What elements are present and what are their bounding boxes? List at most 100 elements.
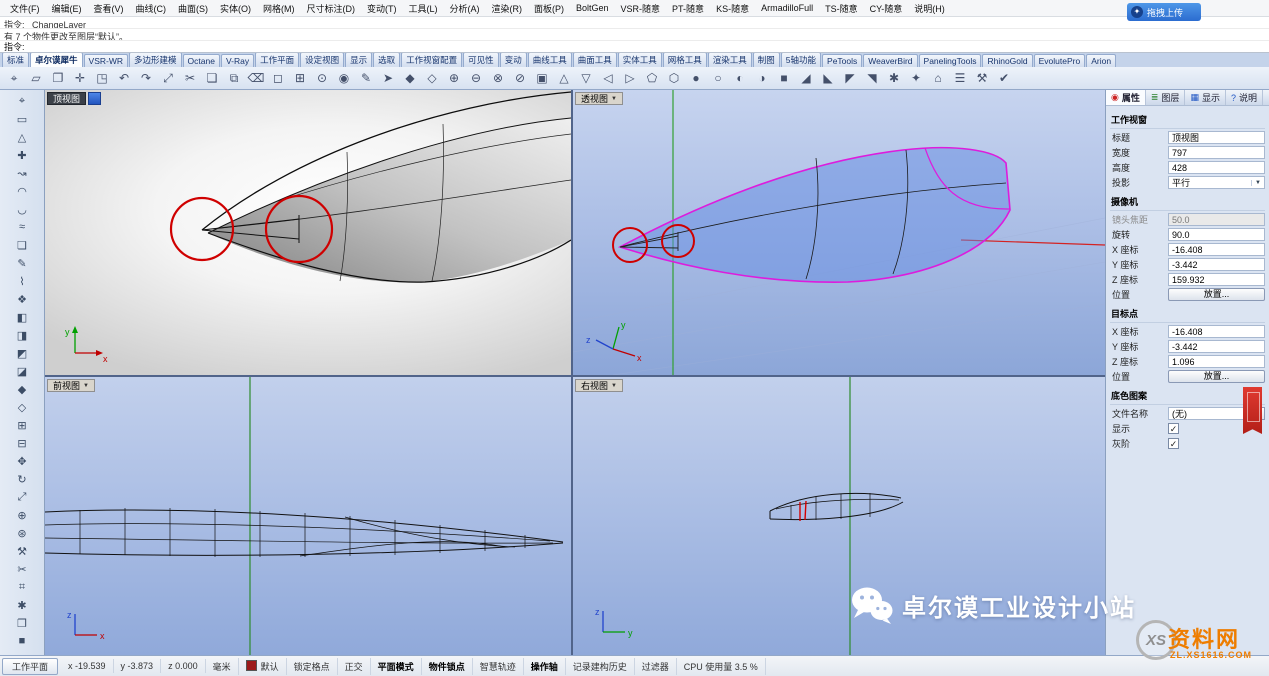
- left-tool-icon[interactable]: ■: [9, 632, 35, 650]
- menu-item[interactable]: 面板(P): [528, 0, 570, 17]
- menu-item[interactable]: TS-随意: [819, 0, 864, 17]
- menu-item[interactable]: CY-随意: [864, 0, 909, 17]
- command-input[interactable]: [28, 42, 1265, 52]
- left-tool-icon[interactable]: ↻: [9, 470, 35, 488]
- viewport-top-view[interactable]: y x 顶视图: [45, 90, 571, 375]
- rotation-field[interactable]: 90.0: [1168, 228, 1265, 241]
- toolbar-icon[interactable]: ○: [707, 68, 729, 88]
- toolbar-icon[interactable]: ➤: [377, 68, 399, 88]
- menu-item[interactable]: 工具(L): [403, 0, 444, 17]
- toolbar-icon[interactable]: ⊞: [289, 68, 311, 88]
- toolbar-icon[interactable]: ◻: [267, 68, 289, 88]
- left-tool-icon[interactable]: ⊛: [9, 524, 35, 542]
- menu-item[interactable]: 渲染(R): [486, 0, 529, 17]
- toolbar-tab[interactable]: 多边形建模: [129, 53, 182, 67]
- viewport-tab-top[interactable]: 顶视图: [47, 92, 86, 105]
- left-tool-icon[interactable]: ✚: [9, 146, 35, 164]
- projection-select[interactable]: 平行▼: [1168, 176, 1265, 189]
- left-tool-icon[interactable]: ❖: [9, 290, 35, 308]
- camera-place-button[interactable]: 放置...: [1168, 288, 1265, 301]
- viewport-front-view[interactable]: z x 前视图 ▼: [45, 377, 571, 655]
- target-z-field[interactable]: 1.096: [1168, 355, 1265, 368]
- toolbar-tab[interactable]: 工作平面: [255, 53, 299, 67]
- menu-item[interactable]: 曲线(C): [130, 0, 173, 17]
- toolbar-icon[interactable]: ✎: [355, 68, 377, 88]
- menu-item[interactable]: 查看(V): [88, 0, 130, 17]
- status-bar-item[interactable]: 平面模式: [371, 658, 422, 675]
- toolbar-tab[interactable]: V-Ray: [221, 54, 254, 67]
- left-tool-icon[interactable]: ❐: [9, 614, 35, 632]
- toolbar-icon[interactable]: ✛: [69, 68, 91, 88]
- toolbar-tab[interactable]: 可见性: [463, 53, 499, 67]
- status-bar-item[interactable]: y -3.873: [114, 659, 162, 673]
- menu-item[interactable]: ArmadilloFull: [755, 1, 819, 15]
- toolbar-icon[interactable]: ◑: [751, 68, 773, 88]
- toolbar-tab[interactable]: 变动: [500, 53, 527, 67]
- toolbar-tab[interactable]: PanelingTools: [919, 54, 982, 67]
- toolbar-icon[interactable]: ⊘: [509, 68, 531, 88]
- toolbar-tab[interactable]: 选取: [373, 53, 400, 67]
- toolbar-tab[interactable]: VSR-WR: [84, 54, 128, 67]
- left-tool-icon[interactable]: ◆: [9, 380, 35, 398]
- upload-button[interactable]: ✦ 拖拽上传: [1127, 3, 1201, 21]
- toolbar-icon[interactable]: ▽: [575, 68, 597, 88]
- panel-tab[interactable]: ≣ 图层: [1146, 90, 1186, 105]
- left-tool-icon[interactable]: ⚒: [9, 542, 35, 560]
- panel-tab[interactable]: ? 说明: [1226, 90, 1263, 105]
- panel-tab[interactable]: ▦ 显示: [1185, 90, 1226, 105]
- menu-item[interactable]: 分析(A): [444, 0, 486, 17]
- toolbar-icon[interactable]: ✂: [179, 68, 201, 88]
- toolbar-icon[interactable]: ■: [773, 68, 795, 88]
- camera-y-field[interactable]: -3.442: [1168, 258, 1265, 271]
- toolbar-icon[interactable]: ✔: [993, 68, 1015, 88]
- toolbar-tab[interactable]: 5轴功能: [781, 53, 821, 67]
- menu-item[interactable]: 曲面(S): [172, 0, 214, 17]
- status-bar-item[interactable]: CPU 使用量 3.5 %: [677, 658, 766, 675]
- toolbar-icon[interactable]: ❏: [201, 68, 223, 88]
- left-tool-icon[interactable]: ◪: [9, 362, 35, 380]
- toolbar-icon[interactable]: ⊖: [465, 68, 487, 88]
- viewport-maximize-button[interactable]: [88, 92, 101, 105]
- toolbar-tab[interactable]: 实体工具: [618, 53, 662, 67]
- toolbar-icon[interactable]: ▱: [25, 68, 47, 88]
- toolbar-icon[interactable]: ▷: [619, 68, 641, 88]
- left-tool-icon[interactable]: ⌖: [9, 92, 35, 110]
- toolbar-tab[interactable]: EvolutePro: [1034, 54, 1086, 67]
- toolbar-tab[interactable]: 曲线工具: [528, 53, 572, 67]
- target-y-field[interactable]: -3.442: [1168, 340, 1265, 353]
- left-tool-icon[interactable]: ◩: [9, 344, 35, 362]
- status-bar-item[interactable]: x -19.539: [61, 659, 114, 673]
- camera-z-field[interactable]: 159.932: [1168, 273, 1265, 286]
- status-bar-item[interactable]: z 0.000: [161, 659, 206, 673]
- left-tool-icon[interactable]: ✥: [9, 452, 35, 470]
- left-tool-icon[interactable]: ◡: [9, 200, 35, 218]
- toolbar-icon[interactable]: △: [553, 68, 575, 88]
- toolbar-icon[interactable]: ⌫: [245, 68, 267, 88]
- toolbar-icon[interactable]: ↷: [135, 68, 157, 88]
- left-tool-icon[interactable]: ✂: [9, 560, 35, 578]
- viewport-tab-right[interactable]: 右视图 ▼: [575, 379, 623, 392]
- left-tool-icon[interactable]: ⤢: [9, 488, 35, 506]
- toolbar-icon[interactable]: ◳: [91, 68, 113, 88]
- left-tool-icon[interactable]: ⊞: [9, 416, 35, 434]
- left-tool-icon[interactable]: ❏: [9, 236, 35, 254]
- toolbar-icon[interactable]: ◉: [333, 68, 355, 88]
- toolbar-icon[interactable]: ⌖: [3, 68, 25, 88]
- toolbar-icon[interactable]: ▣: [531, 68, 553, 88]
- menu-item[interactable]: 实体(O): [214, 0, 257, 17]
- status-bar-item[interactable]: 过滤器: [635, 658, 677, 675]
- toolbar-tab[interactable]: WeaverBird: [863, 54, 917, 67]
- status-bar-item[interactable]: 智慧轨迹: [473, 658, 524, 675]
- toolbar-tab[interactable]: 网格工具: [663, 53, 707, 67]
- status-bar-item[interactable]: 默认: [239, 658, 287, 675]
- left-tool-icon[interactable]: ⊕: [9, 506, 35, 524]
- menu-item[interactable]: BoltGen: [570, 1, 615, 15]
- left-tool-icon[interactable]: ✱: [9, 596, 35, 614]
- toolbar-icon[interactable]: ↶: [113, 68, 135, 88]
- viewport-perspective[interactable]: y x z 透视图 ▼: [573, 90, 1105, 375]
- menu-item[interactable]: 变动(T): [361, 0, 403, 17]
- menu-item[interactable]: 说明(H): [908, 0, 951, 17]
- toolbar-icon[interactable]: ◇: [421, 68, 443, 88]
- toolbar-tab[interactable]: PeTools: [822, 54, 862, 67]
- status-bar-item[interactable]: 物件锁点: [422, 658, 473, 675]
